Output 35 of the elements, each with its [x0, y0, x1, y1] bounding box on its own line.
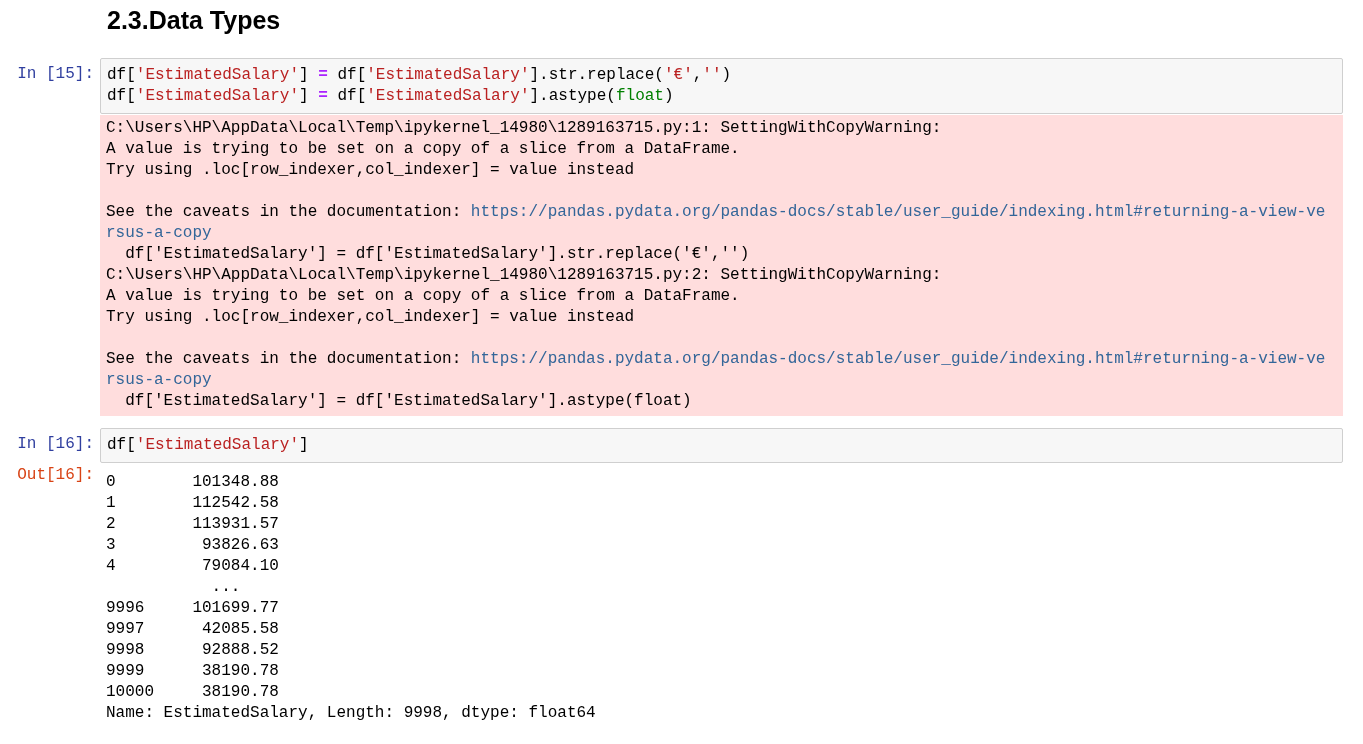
output-prompt: Out[16]:	[17, 465, 94, 486]
output-line: 4 79084.10	[106, 556, 279, 577]
output-line: See the caveats in the documentation:	[106, 349, 463, 370]
output-line: df['EstimatedSalary'] = df['EstimatedSalary'].str.replace('€','')	[124, 244, 750, 265]
output-line: 2 113931.57	[106, 514, 279, 535]
output-line: Try using .loc[row_indexer,col_indexer] = value instead	[106, 307, 635, 328]
output-line: See the caveats in the documentation:	[106, 202, 463, 223]
documentation-link[interactable]: rsus-a-copy	[106, 223, 212, 244]
code-input-cell[interactable]: df['EstimatedSalary'] = df['EstimatedSalary'].str.replace('€','') df['EstimatedSalary'] = df['EstimatedSalary'].astype(float)	[100, 58, 1343, 114]
output-line: 0 101348.88	[106, 472, 279, 493]
documentation-link[interactable]: https://pandas.pydata.org/pandas-docs/stable/user_guide/indexing.html#returning-a-view-ve	[470, 349, 1326, 370]
output-line: 10000 38190.78	[106, 682, 279, 703]
documentation-link[interactable]: https://pandas.pydata.org/pandas-docs/stable/user_guide/indexing.html#returning-a-view-ve	[470, 202, 1326, 223]
code-input-cell[interactable]: df['EstimatedSalary']	[100, 428, 1343, 463]
output-line: C:\Users\HP\AppData\Local\Temp\ipykernel_14980\1289163715.py:2: SettingWithCopyWarning:	[106, 265, 942, 286]
code-line: df['EstimatedSalary'] = df['EstimatedSalary'].str.replace('€','')	[107, 65, 732, 86]
output-line: C:\Users\HP\AppData\Local\Temp\ipykernel_14980\1289163715.py:1: SettingWithCopyWarning:	[106, 118, 942, 139]
output-line: 9997 42085.58	[106, 619, 279, 640]
output-line: 9999 38190.78	[106, 661, 279, 682]
output-line: A value is trying to be set on a copy of a slice from a DataFrame.	[106, 286, 740, 307]
output-line: 9998 92888.52	[106, 640, 279, 661]
output-line: ...	[210, 577, 241, 598]
output-line: 1 112542.58	[106, 493, 279, 514]
documentation-link[interactable]: rsus-a-copy	[106, 370, 212, 391]
output-line: Name: EstimatedSalary, Length: 9998, dtype: float64	[106, 703, 596, 724]
output-line: Try using .loc[row_indexer,col_indexer] = value instead	[106, 160, 635, 181]
output-line: A value is trying to be set on a copy of a slice from a DataFrame.	[106, 139, 740, 160]
output-line: df['EstimatedSalary'] = df['EstimatedSalary'].astype(float)	[124, 391, 692, 412]
output-line: 3 93826.63	[106, 535, 279, 556]
section-heading: 2.3.Data Types	[107, 5, 281, 36]
input-prompt: In [16]:	[17, 434, 94, 455]
code-line: df['EstimatedSalary']	[107, 435, 309, 456]
output-line: 9996 101699.77	[106, 598, 279, 619]
input-prompt: In [15]:	[17, 64, 94, 85]
code-line: df['EstimatedSalary'] = df['EstimatedSalary'].astype(float)	[107, 86, 674, 107]
